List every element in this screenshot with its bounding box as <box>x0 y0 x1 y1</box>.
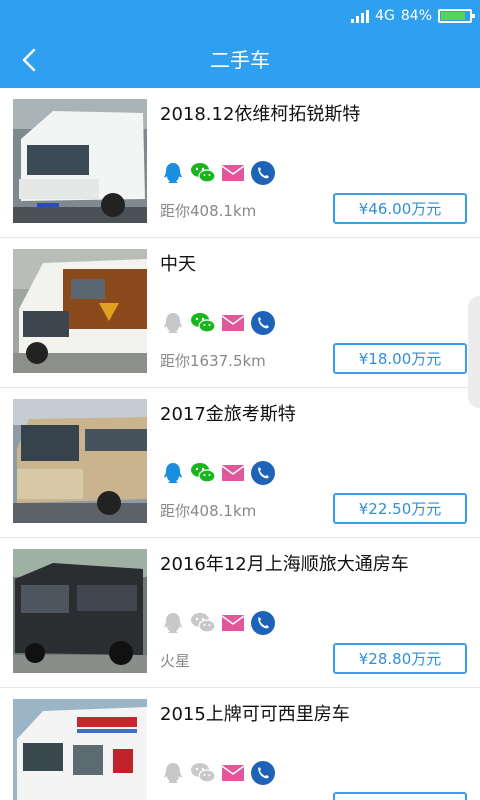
price-button[interactable]: ¥46.00万元 <box>333 193 467 224</box>
price-button[interactable] <box>333 792 467 800</box>
qq-icon[interactable] <box>160 160 186 186</box>
listing-item[interactable]: 2017金旅考斯特 距你408.1km ¥22.50万元 <box>0 388 480 538</box>
status-bar: 4G 84% <box>0 0 480 32</box>
distance-label: 距你408.1km <box>160 502 257 520</box>
contact-icons <box>160 460 276 486</box>
phone-icon[interactable] <box>250 610 276 636</box>
listing-item[interactable]: 2018.12依维柯拓锐斯特 距你408.1km ¥46.00万元 <box>0 88 480 238</box>
listing-title[interactable]: 2017金旅考斯特 <box>160 400 296 426</box>
phone-icon[interactable] <box>250 760 276 786</box>
qq-icon[interactable] <box>160 310 186 336</box>
vehicle-photo[interactable] <box>13 249 147 373</box>
wechat-icon[interactable] <box>190 310 216 336</box>
network-type: 4G <box>375 8 395 24</box>
qq-icon[interactable] <box>160 760 186 786</box>
battery-icon <box>438 9 475 23</box>
listing-item[interactable]: 中天 距你1637.5km ¥18.00万元 <box>0 238 480 388</box>
listing-title[interactable]: 中天 <box>160 250 196 276</box>
distance-label: 距你1637.5km <box>160 352 266 370</box>
side-drawer-handle[interactable] <box>468 296 480 408</box>
vehicle-photo[interactable] <box>13 99 147 223</box>
app-bar: 二手车 <box>0 32 480 88</box>
wechat-icon[interactable] <box>190 160 216 186</box>
phone-icon[interactable] <box>250 160 276 186</box>
wechat-icon[interactable] <box>190 460 216 486</box>
contact-icons <box>160 310 276 336</box>
listing-title[interactable]: 2016年12月上海顺旅大通房车 <box>160 550 409 576</box>
email-icon[interactable] <box>220 610 246 636</box>
email-icon[interactable] <box>220 760 246 786</box>
wechat-icon[interactable] <box>190 610 216 636</box>
vehicle-photo[interactable] <box>13 399 147 523</box>
distance-label: 火星 <box>160 652 191 670</box>
listing-title[interactable]: 2018.12依维柯拓锐斯特 <box>160 100 360 126</box>
distance-label: 距你408.1km <box>160 202 257 220</box>
listing-title[interactable]: 2015上牌可可西里房车 <box>160 700 350 726</box>
price-button[interactable]: ¥18.00万元 <box>333 343 467 374</box>
listing-item[interactable]: 2015上牌可可西里房车 <box>0 688 480 800</box>
vehicle-photo[interactable] <box>13 549 147 673</box>
listing-item[interactable]: 2016年12月上海顺旅大通房车 火星 ¥28.80万元 <box>0 538 480 688</box>
listing-list[interactable]: 2018.12依维柯拓锐斯特 距你408.1km ¥46.00万元 中天 距你1… <box>0 88 480 800</box>
contact-icons <box>160 610 276 636</box>
qq-icon[interactable] <box>160 460 186 486</box>
contact-icons <box>160 160 276 186</box>
contact-icons <box>160 760 276 786</box>
price-button[interactable]: ¥22.50万元 <box>333 493 467 524</box>
vehicle-photo[interactable] <box>13 699 147 800</box>
phone-icon[interactable] <box>250 310 276 336</box>
email-icon[interactable] <box>220 310 246 336</box>
price-button[interactable]: ¥28.80万元 <box>333 643 467 674</box>
qq-icon[interactable] <box>160 610 186 636</box>
wechat-icon[interactable] <box>190 760 216 786</box>
phone-icon[interactable] <box>250 460 276 486</box>
page-title: 二手车 <box>210 48 270 72</box>
email-icon[interactable] <box>220 460 246 486</box>
signal-icon <box>351 9 370 23</box>
battery-percent: 84% <box>400 8 432 24</box>
email-icon[interactable] <box>220 160 246 186</box>
status-icons: 4G 84% <box>351 6 475 26</box>
